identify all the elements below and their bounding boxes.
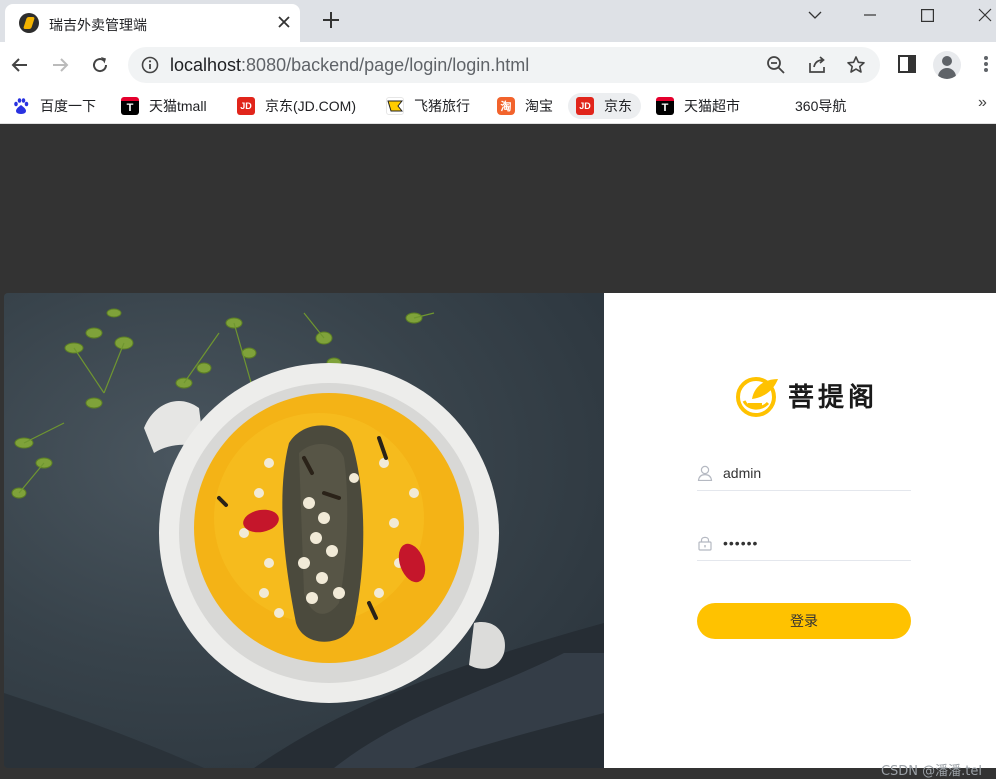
bookmark-item[interactable]: 360导航 bbox=[795, 93, 846, 119]
username-input[interactable] bbox=[723, 461, 911, 485]
bookmarks-bar: 百度一下 T 天猫tmall JD 京东(JD.COM) 飞猪旅行 淘 淘宝 J… bbox=[0, 88, 996, 124]
side-panel-icon[interactable] bbox=[896, 53, 918, 75]
brand-logo-icon bbox=[736, 377, 778, 417]
watermark: CSDN @潘潘.tel bbox=[880, 764, 982, 779]
bookmark-item[interactable]: JD 京东(JD.COM) bbox=[237, 93, 356, 119]
close-window-button[interactable] bbox=[962, 0, 996, 30]
fliggy-icon bbox=[386, 97, 404, 115]
address-bar[interactable]: localhost:8080/backend/page/login/login.… bbox=[128, 47, 880, 83]
brand-logo: 菩提阁 bbox=[734, 373, 878, 417]
password-field bbox=[697, 525, 911, 561]
maximize-button[interactable] bbox=[904, 0, 950, 30]
zoom-icon[interactable] bbox=[766, 55, 786, 75]
password-input[interactable] bbox=[723, 531, 911, 555]
site-favicon-icon bbox=[19, 13, 39, 33]
tab-title: 瑞吉外卖管理端 bbox=[49, 17, 147, 33]
share-icon[interactable] bbox=[807, 55, 827, 75]
bookmark-item[interactable]: JD 京东 bbox=[568, 93, 641, 119]
login-card: 菩提阁 登录 bbox=[4, 293, 996, 768]
bookmark-item[interactable]: 百度一下 bbox=[12, 93, 96, 119]
jd-icon: JD bbox=[237, 97, 255, 115]
browser-tab[interactable]: 瑞吉外卖管理端 bbox=[5, 4, 300, 42]
login-food-image bbox=[4, 293, 604, 768]
tmall-icon: T bbox=[656, 97, 674, 115]
back-button[interactable] bbox=[7, 52, 33, 78]
minimize-button[interactable] bbox=[847, 0, 893, 30]
tab-search-icon[interactable] bbox=[792, 0, 838, 30]
new-tab-button[interactable] bbox=[318, 7, 344, 33]
close-tab-icon[interactable] bbox=[274, 12, 294, 32]
lock-icon bbox=[698, 536, 712, 551]
url-text: localhost:8080/backend/page/login/login.… bbox=[170, 55, 530, 75]
reload-button[interactable] bbox=[87, 52, 113, 78]
baidu-icon bbox=[12, 97, 30, 115]
bookmark-item[interactable]: 飞猪旅行 bbox=[386, 93, 470, 119]
forward-button[interactable] bbox=[47, 52, 73, 78]
username-field bbox=[697, 455, 911, 491]
taobao-icon: 淘 bbox=[497, 97, 515, 115]
brand-name: 菩提阁 bbox=[788, 382, 879, 413]
user-icon bbox=[697, 465, 713, 481]
more-menu-icon[interactable] bbox=[976, 54, 996, 76]
browser-toolbar: localhost:8080/backend/page/login/login.… bbox=[0, 42, 996, 88]
login-button[interactable]: 登录 bbox=[697, 603, 911, 639]
page-background: 菩提阁 登录 bbox=[0, 125, 996, 779]
more-bookmarks-icon[interactable]: » bbox=[978, 94, 987, 112]
profile-avatar[interactable] bbox=[933, 51, 961, 79]
bookmark-item[interactable]: T 天猫tmall bbox=[121, 93, 207, 119]
tab-strip: 瑞吉外卖管理端 bbox=[0, 0, 996, 42]
login-panel: 菩提阁 登录 bbox=[604, 293, 996, 768]
tmall-icon: T bbox=[121, 97, 139, 115]
bookmark-star-icon[interactable] bbox=[846, 55, 866, 75]
bookmark-item[interactable]: 淘 淘宝 bbox=[497, 93, 553, 119]
site-info-icon[interactable] bbox=[141, 56, 159, 74]
jd-icon: JD bbox=[576, 97, 594, 115]
bookmark-item[interactable]: T 天猫超市 bbox=[656, 93, 740, 119]
